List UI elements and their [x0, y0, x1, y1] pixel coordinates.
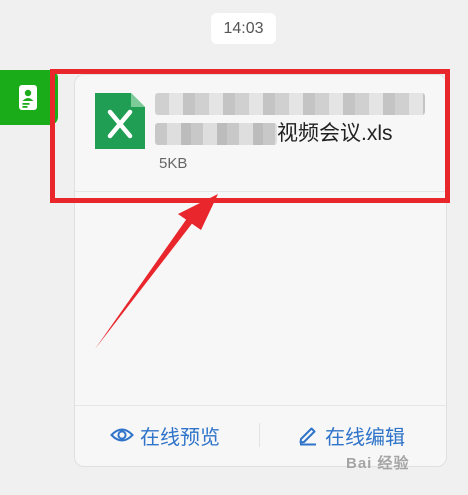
- online-edit-button[interactable]: 在线编辑: [297, 420, 405, 450]
- watermark: Bai 经验: [346, 455, 410, 472]
- message-timestamp: 14:03: [211, 13, 276, 44]
- annotation-highlight-box: [50, 69, 450, 203]
- eye-icon: [110, 428, 134, 442]
- card-divider: [75, 405, 446, 406]
- online-preview-button[interactable]: 在线预览: [110, 420, 220, 450]
- contact-card-icon: [19, 85, 37, 110]
- online-edit-label: 在线编辑: [325, 426, 405, 449]
- action-separator: [259, 423, 260, 447]
- online-preview-label: 在线预览: [140, 426, 220, 449]
- pencil-icon: [299, 427, 316, 446]
